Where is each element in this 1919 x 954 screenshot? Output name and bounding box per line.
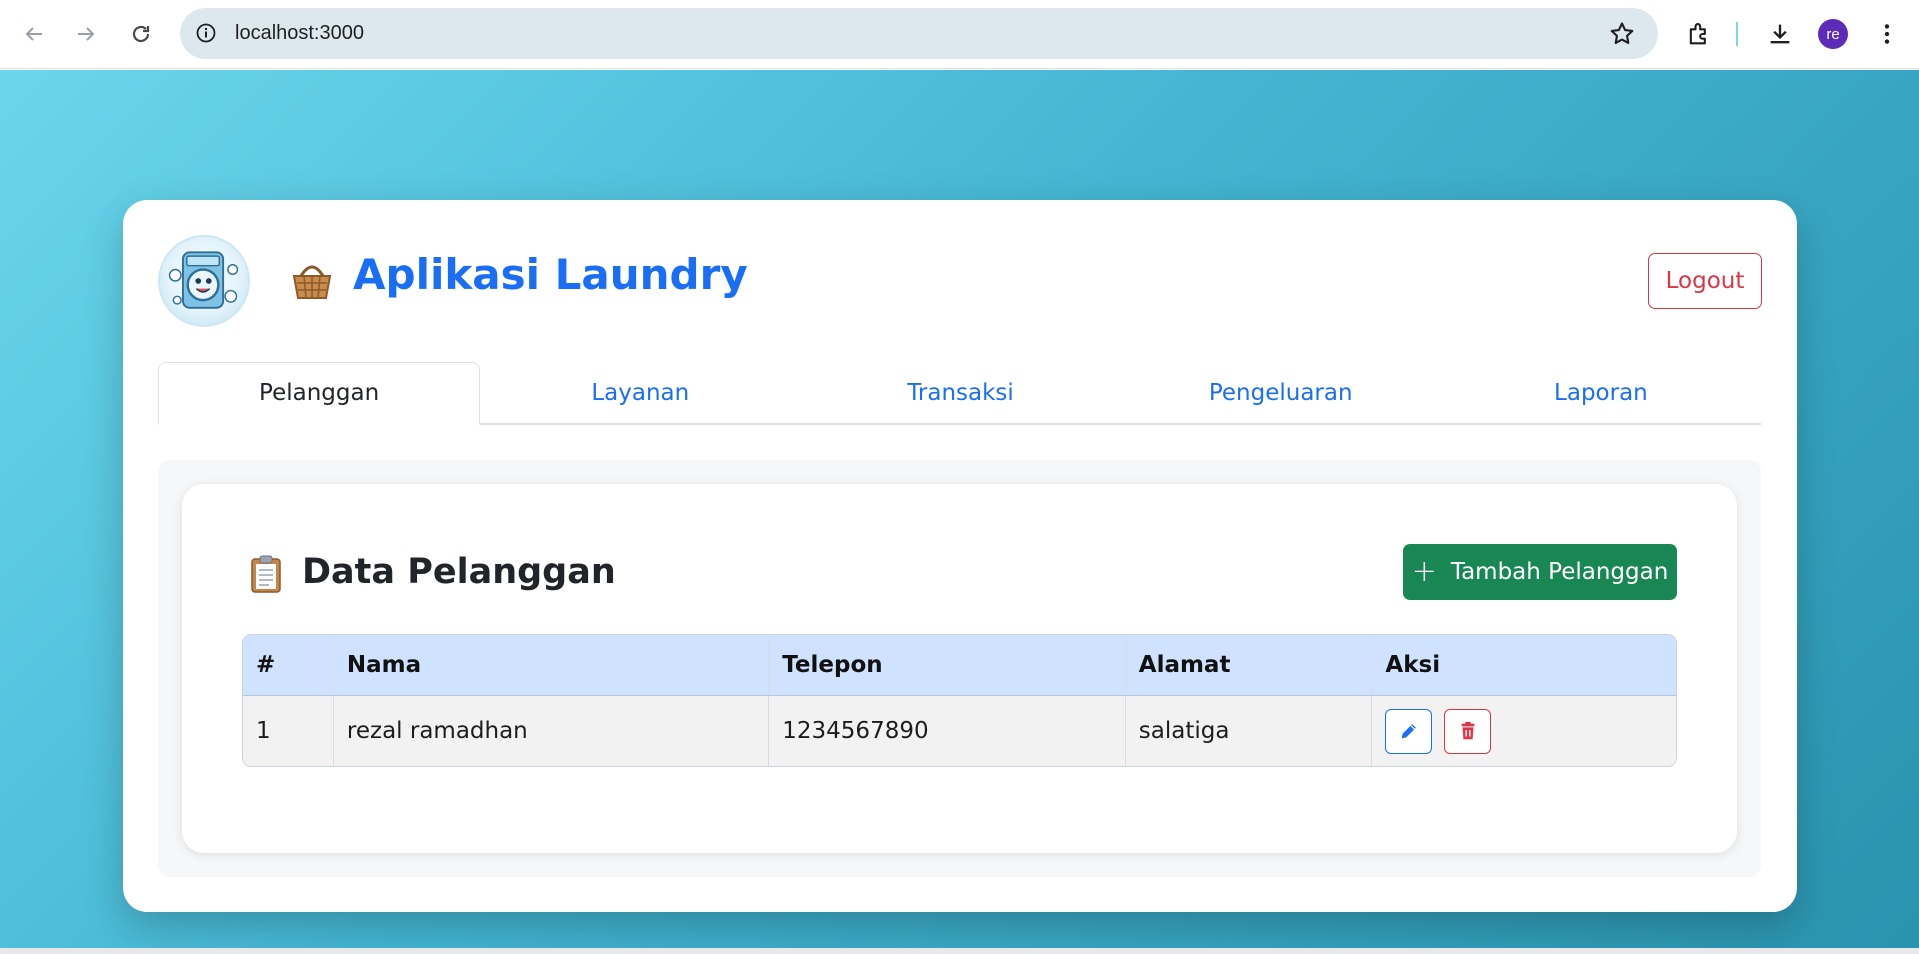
cell-nama: rezal ramadhan <box>334 696 770 766</box>
table-header-row: # Nama Telepon Alamat Aksi <box>243 635 1676 696</box>
cell-no: 1 <box>243 696 334 766</box>
tab-pelanggan[interactable]: Pelanggan <box>158 362 481 425</box>
customer-table: # Nama Telepon Alamat Aksi 1 rezal ramad… <box>242 634 1677 767</box>
section-title: Data Pelanggan <box>302 552 616 592</box>
header-nama: Nama <box>334 635 770 695</box>
plus-icon: + <box>1411 554 1437 589</box>
cell-alamat: salatiga <box>1126 696 1373 766</box>
header-no: # <box>243 635 334 695</box>
app-title: Aplikasi Laundry <box>353 250 748 299</box>
main-card: Aplikasi Laundry Logout Pelanggan Layana… <box>123 200 1797 912</box>
tab-pengeluaran[interactable]: Pengeluaran <box>1121 362 1441 423</box>
window-bottom-edge <box>0 948 1919 954</box>
forward-arrow-icon[interactable] <box>66 14 106 54</box>
page-background: Aplikasi Laundry Logout Pelanggan Layana… <box>0 70 1919 948</box>
tab-bar: Pelanggan Layanan Transaksi Pengeluaran … <box>158 362 1761 425</box>
delete-icon <box>1461 721 1475 740</box>
add-customer-button[interactable]: + Tambah Pelanggan <box>1403 544 1677 600</box>
header-aksi: Aksi <box>1385 652 1441 678</box>
extensions-icon[interactable] <box>1681 16 1717 52</box>
back-arrow-icon[interactable] <box>14 14 54 54</box>
download-icon[interactable] <box>1762 16 1798 52</box>
cell-aksi <box>1372 696 1676 766</box>
delete-button[interactable] <box>1444 708 1492 754</box>
profile-avatar[interactable]: re <box>1818 19 1848 49</box>
url-text[interactable]: localhost:3000 <box>235 8 364 59</box>
table-row: 1 rezal ramadhan 1234567890 salatiga <box>243 696 1676 766</box>
browser-toolbar: localhost:3000 re <box>0 0 1919 69</box>
edit-icon <box>1401 724 1416 739</box>
add-customer-label: Tambah Pelanggan <box>1450 559 1669 585</box>
more-vert-icon[interactable] <box>1869 16 1905 52</box>
cell-telepon: 1234567890 <box>769 696 1126 766</box>
basket-icon <box>289 258 335 304</box>
tab-laporan[interactable]: Laporan <box>1441 362 1761 423</box>
address-bar[interactable]: localhost:3000 <box>180 8 1658 59</box>
tab-transaksi[interactable]: Transaksi <box>800 362 1120 423</box>
edit-button[interactable] <box>1385 708 1433 754</box>
washing-machine-mascot-icon <box>158 235 250 327</box>
site-info-icon[interactable] <box>194 21 218 45</box>
customer-panel: Data Pelanggan + Tambah Pelanggan # Nama… <box>182 484 1737 853</box>
reload-icon[interactable] <box>121 14 161 54</box>
toolbar-separator <box>1736 22 1738 46</box>
bookmark-star-icon[interactable] <box>1608 20 1636 48</box>
header-telepon: Telepon <box>769 635 1126 695</box>
tab-content: Data Pelanggan + Tambah Pelanggan # Nama… <box>158 460 1761 877</box>
header-alamat: Alamat <box>1126 635 1373 695</box>
logout-button[interactable]: Logout <box>1648 253 1762 309</box>
tab-layanan[interactable]: Layanan <box>480 362 800 423</box>
clipboard-icon <box>249 554 283 594</box>
